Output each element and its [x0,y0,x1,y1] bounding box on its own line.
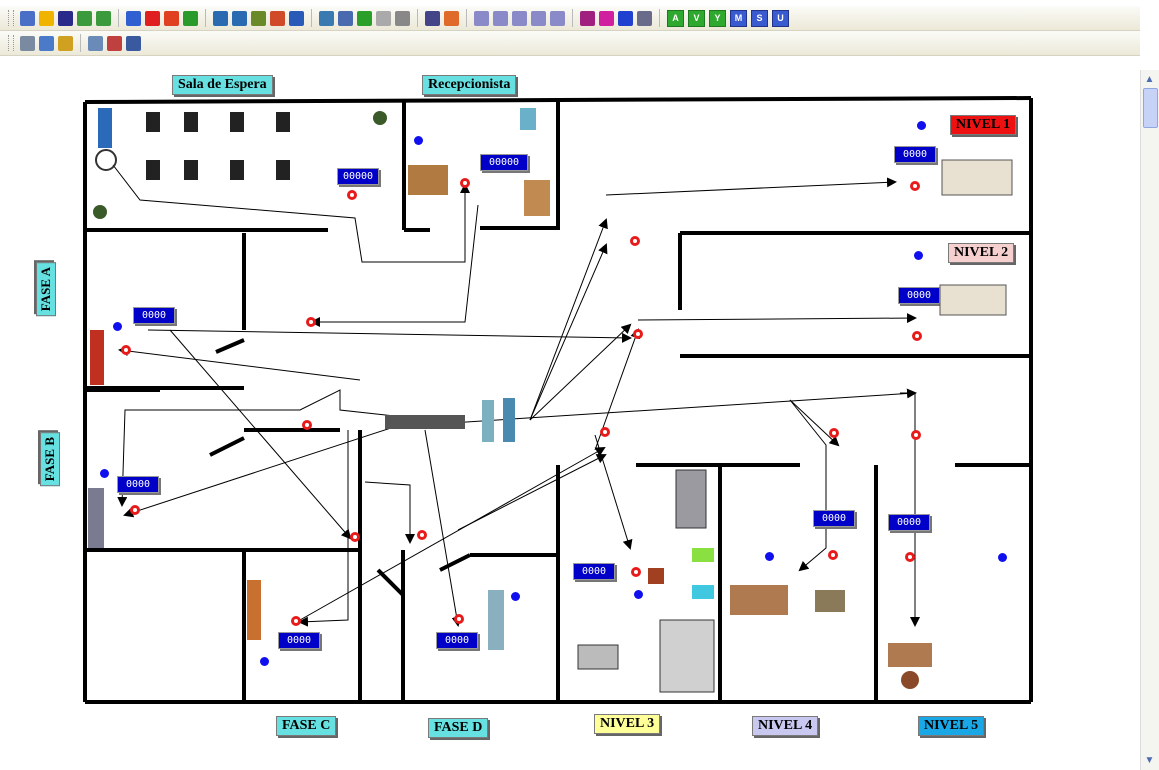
chair-icon [146,160,160,180]
doctor-figure-icon [88,488,104,548]
scanner-icon [577,644,619,670]
staff-figure-icon [482,400,494,442]
stretcher-icon [385,415,465,429]
door-icon [520,108,536,130]
table-icon [888,643,932,667]
xray-machine-icon [659,619,715,693]
scroll-up-icon[interactable]: ▲ [1142,72,1157,87]
plant-icon [373,111,387,125]
scroll-down-icon[interactable]: ▼ [1142,753,1157,768]
nurse-figure-icon [488,590,504,650]
vertical-scrollbar[interactable]: ▲ ▼ [1140,70,1159,770]
desk-icon [730,585,788,615]
chair-icon [184,160,198,180]
nurse-figure-icon [247,580,261,640]
plant-icon [93,205,107,219]
reception-desk-icon [408,165,448,195]
staff-figure-icon [503,398,515,442]
chair-icon [230,112,244,132]
monitor-icon [692,548,714,562]
chair-icon [276,160,290,180]
monitor-icon [692,585,714,599]
entities-layer [88,108,1013,693]
doctor-figure-icon [90,330,104,385]
wheel-icon [95,149,117,171]
chair-icon [230,160,244,180]
chair-icon [184,112,198,132]
bed-icon [941,159,1013,196]
exam-chair-icon [815,590,845,612]
chair-icon [648,568,664,584]
patient-wheelchair-icon [98,108,112,148]
scroll-thumb[interactable] [1143,88,1158,128]
chair-icon [146,112,160,132]
medical-cart-icon [675,469,707,529]
chair-icon [276,112,290,132]
cabinet-icon [524,180,550,216]
bed-icon [939,284,1007,316]
patient-icon [901,671,919,689]
